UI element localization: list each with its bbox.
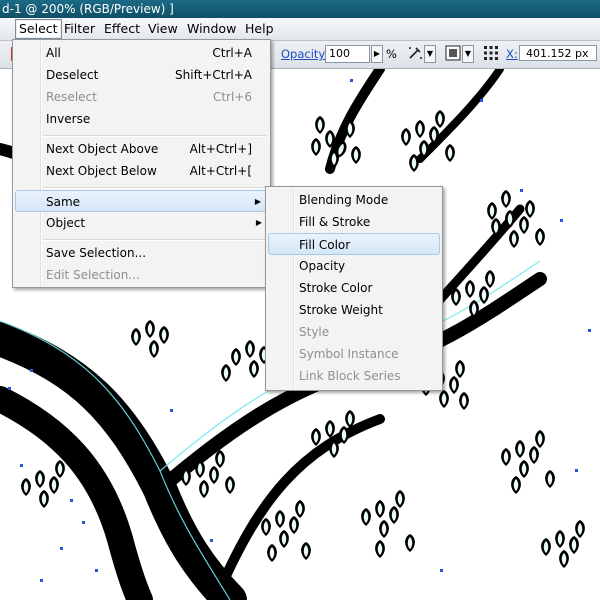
- menu-item-label: Inverse: [46, 112, 91, 126]
- same-submenu: Blending Mode Fill & Stroke Fill Color O…: [265, 186, 443, 391]
- menu-item-label: Stroke Weight: [299, 303, 383, 317]
- menu-item-label: Fill Color: [299, 238, 351, 252]
- recolor-dropdown-icon[interactable]: ▼: [424, 45, 436, 63]
- menu-item-label: Next Object Below: [46, 164, 157, 178]
- opacity-input[interactable]: 100: [325, 45, 370, 63]
- menu-item-label: Deselect: [46, 68, 99, 82]
- submenu-item-fill-color[interactable]: Fill Color: [268, 233, 440, 255]
- align-icon[interactable]: [444, 44, 462, 62]
- x-coordinate-label[interactable]: X:: [506, 47, 518, 61]
- menu-item-label: Opacity: [299, 259, 346, 273]
- menu-item-label: Stroke Color: [299, 281, 373, 295]
- menu-item-label: Save Selection...: [46, 246, 147, 260]
- menu-item-edit-selection: Edit Selection...: [15, 264, 268, 286]
- menu-item-next-object-above[interactable]: Next Object Above Alt+Ctrl+]: [15, 138, 268, 160]
- transform-reference-point-icon[interactable]: [482, 44, 500, 62]
- select-menu: All Ctrl+A Deselect Shift+Ctrl+A Reselec…: [12, 39, 271, 288]
- menu-item-shortcut: Ctrl+6: [212, 90, 252, 104]
- menu-item-save-selection[interactable]: Save Selection...: [15, 242, 268, 264]
- menu-item-shortcut: Alt+Ctrl+]: [189, 142, 252, 156]
- menu-help[interactable]: Help: [242, 20, 277, 38]
- menu-effect[interactable]: Effect: [101, 20, 143, 38]
- recolor-artwork-icon[interactable]: [406, 44, 424, 62]
- menu-item-reselect: Reselect Ctrl+6: [15, 86, 268, 108]
- submenu-item-stroke-color[interactable]: Stroke Color: [268, 277, 440, 299]
- menu-item-next-object-below[interactable]: Next Object Below Alt+Ctrl+[: [15, 160, 268, 182]
- menu-item-shortcut: Ctrl+A: [212, 46, 252, 60]
- submenu-item-stroke-weight[interactable]: Stroke Weight: [268, 299, 440, 321]
- menu-item-label: All: [46, 46, 61, 60]
- x-coordinate-input[interactable]: 401.152 px: [519, 45, 597, 61]
- menu-bar: Select Filter Effect View Window Help: [0, 18, 600, 41]
- menu-view[interactable]: View: [145, 20, 181, 38]
- menu-item-label: Blending Mode: [299, 193, 389, 207]
- submenu-item-blending-mode[interactable]: Blending Mode: [268, 189, 440, 211]
- opacity-label[interactable]: Opacity:: [281, 47, 328, 61]
- menu-item-label: Reselect: [46, 90, 97, 104]
- menu-separator: [43, 135, 266, 137]
- menu-item-inverse[interactable]: Inverse: [15, 108, 268, 130]
- percent-symbol: %: [386, 47, 397, 61]
- submenu-item-style: Style: [268, 321, 440, 343]
- window-title: d-1 @ 200% (RGB/Preview) ]: [2, 2, 174, 16]
- menu-item-label: Style: [299, 325, 330, 339]
- menu-item-shortcut: Shift+Ctrl+A: [175, 68, 252, 82]
- menu-item-label: Fill & Stroke: [299, 215, 371, 229]
- menu-separator: [43, 239, 266, 241]
- submenu-item-opacity[interactable]: Opacity: [268, 255, 440, 277]
- menu-item-all[interactable]: All Ctrl+A: [15, 42, 268, 64]
- menu-item-label: Edit Selection...: [46, 268, 140, 282]
- menu-item-object[interactable]: Object ▶: [15, 212, 268, 234]
- submenu-arrow-icon: ▶: [255, 218, 262, 227]
- menu-item-label: Next Object Above: [46, 142, 159, 156]
- menu-item-deselect[interactable]: Deselect Shift+Ctrl+A: [15, 64, 268, 86]
- opacity-dropdown-icon[interactable]: ▶: [371, 45, 383, 63]
- menu-item-label: Same: [46, 195, 81, 209]
- menu-item-label: Symbol Instance: [299, 347, 399, 361]
- menu-separator: [43, 187, 266, 189]
- submenu-item-symbol-instance: Symbol Instance: [268, 343, 440, 365]
- menu-item-label: Link Block Series: [299, 369, 401, 383]
- submenu-arrow-icon: ▶: [254, 197, 261, 206]
- menu-select[interactable]: Select: [15, 19, 62, 39]
- submenu-item-fill-stroke[interactable]: Fill & Stroke: [268, 211, 440, 233]
- window-title-bar: d-1 @ 200% (RGB/Preview) ]: [0, 0, 600, 18]
- menu-item-same[interactable]: Same ▶: [15, 190, 268, 212]
- menu-filter[interactable]: Filter: [61, 20, 98, 38]
- menu-item-shortcut: Alt+Ctrl+[: [189, 164, 252, 178]
- menu-item-label: Object: [46, 216, 86, 230]
- submenu-item-link-block-series: Link Block Series: [268, 365, 440, 387]
- menu-window[interactable]: Window: [184, 20, 239, 38]
- align-dropdown-icon[interactable]: ▼: [462, 45, 474, 63]
